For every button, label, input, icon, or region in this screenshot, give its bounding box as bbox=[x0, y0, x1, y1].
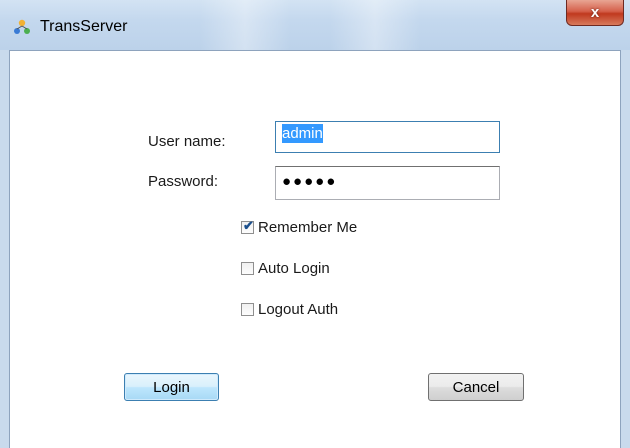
title-bar[interactable]: TransServer x bbox=[0, 0, 630, 50]
auto-login-checkbox[interactable] bbox=[241, 262, 254, 275]
window-title: TransServer bbox=[40, 18, 128, 35]
auto-login-option[interactable]: Auto Login bbox=[241, 260, 330, 277]
username-label: User name: bbox=[148, 133, 226, 150]
close-button[interactable]: x bbox=[566, 0, 624, 26]
network-users-icon bbox=[14, 19, 30, 34]
auto-login-label: Auto Login bbox=[258, 260, 330, 277]
username-value: admin bbox=[282, 124, 323, 143]
logout-auth-label: Logout Auth bbox=[258, 301, 339, 318]
logout-auth-checkbox[interactable] bbox=[241, 303, 254, 316]
password-field[interactable]: ●●●●● bbox=[275, 166, 500, 200]
remember-me-option[interactable]: ✔ Remember Me bbox=[241, 218, 358, 236]
logout-auth-option[interactable]: Logout Auth bbox=[241, 301, 338, 318]
username-field[interactable]: admin bbox=[275, 121, 500, 153]
password-label: Password: bbox=[148, 173, 219, 190]
cancel-button[interactable]: Cancel bbox=[428, 373, 524, 401]
password-mask: ●●●●● bbox=[282, 173, 338, 190]
login-dialog: User name: admin Password: ●●●●● ✔ Remem… bbox=[9, 50, 621, 448]
title-bar-glare bbox=[200, 0, 290, 50]
close-icon: x bbox=[590, 4, 600, 21]
login-button[interactable]: Login bbox=[124, 373, 219, 401]
title-bar-glare bbox=[330, 0, 420, 50]
remember-me-label: Remember Me bbox=[258, 219, 358, 236]
checkmark-icon: ✔ bbox=[243, 218, 254, 233]
remember-me-checkbox[interactable]: ✔ bbox=[241, 218, 254, 234]
